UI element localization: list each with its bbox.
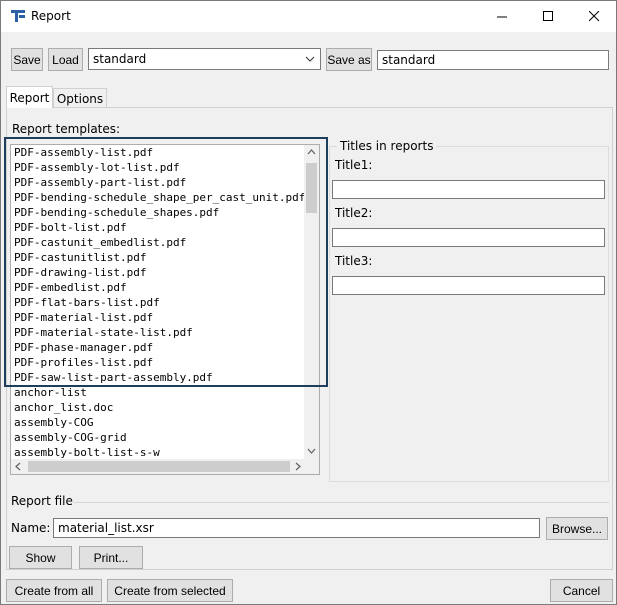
template-select[interactable]: standard	[88, 48, 321, 70]
title2-label: Title2:	[335, 206, 373, 220]
save-as-input-value: standard	[382, 53, 436, 67]
maximize-button[interactable]	[525, 1, 571, 32]
list-item[interactable]: PDF-embedlist.pdf	[11, 280, 305, 295]
minimize-icon	[496, 16, 507, 18]
show-button[interactable]: Show	[9, 546, 72, 569]
save-as-input[interactable]: standard	[377, 50, 609, 70]
minimize-button[interactable]	[479, 1, 525, 32]
app-icon	[11, 10, 25, 22]
list-item[interactable]: anchor-list	[11, 385, 305, 400]
report-dialog: Report Save Load standard Save as standa…	[0, 0, 617, 605]
title3-label: Title3:	[335, 254, 373, 268]
window-title: Report	[31, 9, 71, 23]
title1-input[interactable]	[332, 180, 605, 199]
list-item[interactable]: anchor_list.doc	[11, 400, 305, 415]
name-label: Name:	[11, 521, 51, 535]
list-item[interactable]: PDF-phase-manager.pdf	[11, 340, 305, 355]
print-button[interactable]: Print...	[79, 546, 143, 569]
list-item[interactable]: PDF-castunit_embedlist.pdf	[11, 235, 305, 250]
scroll-up-icon[interactable]	[307, 149, 316, 155]
list-item[interactable]: PDF-flat-bars-list.pdf	[11, 295, 305, 310]
report-file-name-value: material_list.xsr	[58, 521, 154, 535]
report-file-divider	[73, 502, 609, 503]
scrollbar-corner	[304, 459, 319, 474]
browse-button[interactable]: Browse...	[546, 517, 608, 540]
report-templates-list[interactable]: PDF-assembly-list.pdf PDF-assembly-lot-li…	[10, 144, 320, 475]
tab-report[interactable]: Report	[6, 86, 53, 108]
list-item[interactable]: PDF-castunitlist.pdf	[11, 250, 305, 265]
vertical-scrollbar[interactable]	[304, 145, 319, 460]
load-button[interactable]: Load	[48, 48, 83, 71]
list-item[interactable]: PDF-saw-list-part-assembly.pdf	[11, 370, 305, 385]
vertical-scroll-thumb[interactable]	[306, 163, 317, 213]
list-item[interactable]: PDF-bending-schedule_shape_per_cast_unit…	[11, 190, 305, 205]
close-button[interactable]	[571, 1, 617, 32]
scroll-right-icon[interactable]	[295, 462, 301, 471]
save-as-button[interactable]: Save as	[326, 48, 372, 71]
report-file-label: Report file	[11, 494, 73, 508]
maximize-icon	[542, 11, 553, 21]
scroll-left-icon[interactable]	[15, 462, 21, 471]
title3-input[interactable]	[332, 276, 605, 295]
tab-report-label: Report	[9, 90, 50, 105]
tab-options-label: Options	[56, 91, 104, 106]
create-from-all-button[interactable]: Create from all	[6, 579, 102, 602]
list-item[interactable]: PDF-assembly-part-list.pdf	[11, 175, 305, 190]
list-item[interactable]: PDF-profiles-list.pdf	[11, 355, 305, 370]
cancel-button[interactable]: Cancel	[550, 579, 613, 602]
horizontal-scroll-thumb[interactable]	[28, 461, 290, 472]
title1-label: Title1:	[335, 158, 373, 172]
chevron-down-icon	[305, 56, 315, 62]
report-templates-label: Report templates:	[12, 122, 121, 136]
titles-group-label: Titles in reports	[337, 139, 437, 153]
list-item[interactable]: PDF-bolt-list.pdf	[11, 220, 305, 235]
title2-input[interactable]	[332, 228, 605, 247]
list-item[interactable]: PDF-bending-schedule_shapes.pdf	[11, 205, 305, 220]
create-from-selected-button[interactable]: Create from selected	[107, 579, 233, 602]
close-icon	[588, 11, 599, 22]
list-item[interactable]: assembly-bolt-list-s-w	[11, 445, 305, 460]
list-item[interactable]: assembly-COG	[11, 415, 305, 430]
list-item[interactable]: assembly-COG-grid	[11, 430, 305, 445]
list-item[interactable]: PDF-assembly-lot-list.pdf	[11, 160, 305, 175]
title-bar: Report	[1, 1, 616, 32]
list-item[interactable]: PDF-assembly-list.pdf	[11, 145, 305, 160]
list-item[interactable]: PDF-material-state-list.pdf	[11, 325, 305, 340]
horizontal-scrollbar[interactable]	[11, 459, 305, 474]
save-button[interactable]: Save	[11, 48, 43, 71]
report-file-name-input[interactable]: material_list.xsr	[53, 518, 540, 538]
report-templates-items: PDF-assembly-list.pdf PDF-assembly-lot-li…	[11, 145, 305, 460]
tab-options[interactable]: Options	[53, 88, 107, 108]
list-item[interactable]: PDF-drawing-list.pdf	[11, 265, 305, 280]
template-select-value: standard	[93, 52, 147, 66]
list-item[interactable]: PDF-material-list.pdf	[11, 310, 305, 325]
scroll-down-icon[interactable]	[307, 448, 316, 454]
